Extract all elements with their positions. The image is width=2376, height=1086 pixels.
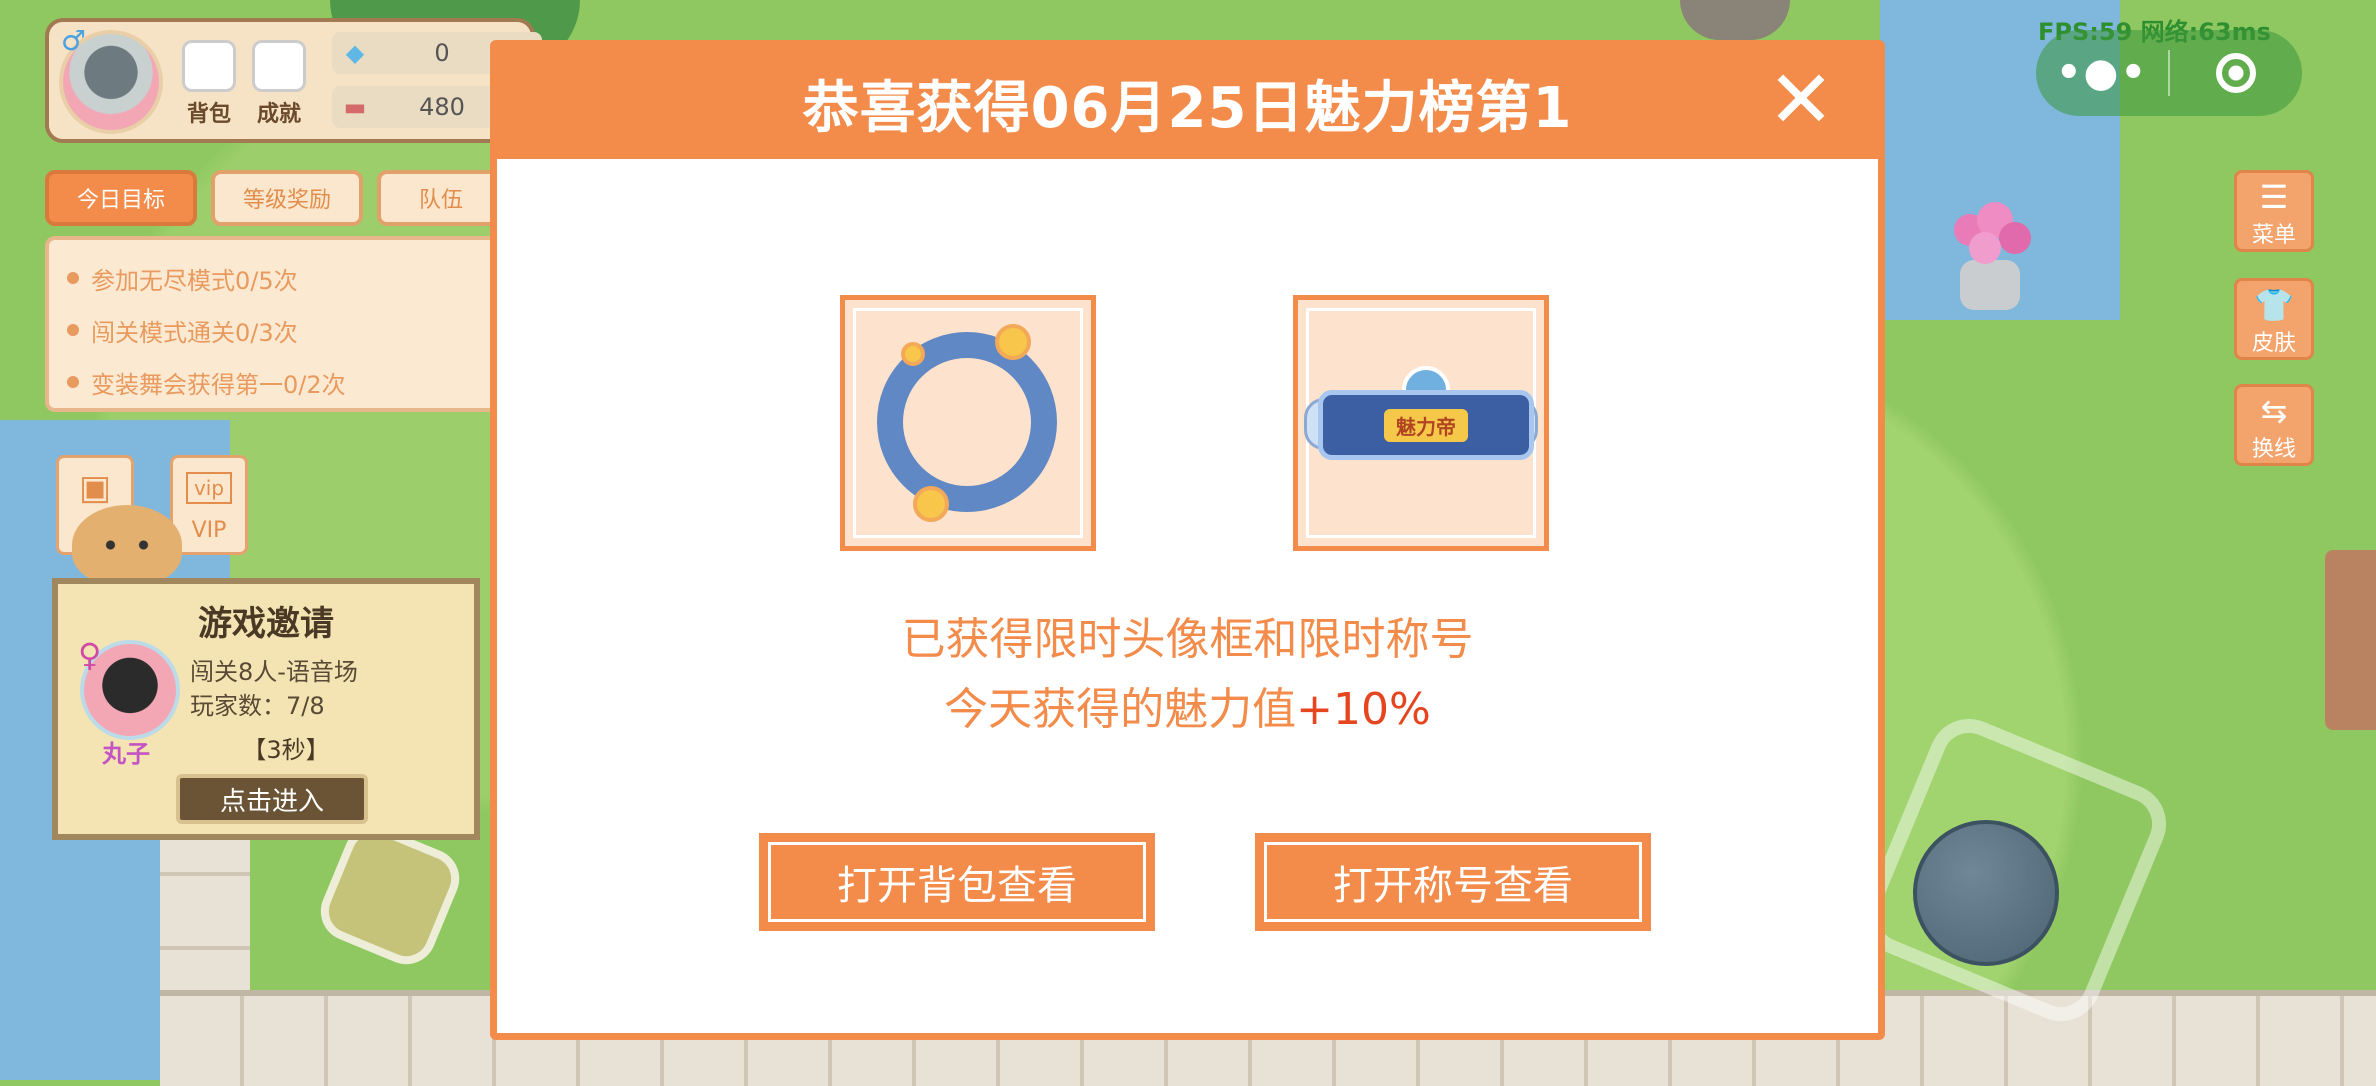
flower-icon: [913, 486, 949, 522]
open-bag-button[interactable]: 打开背包查看: [759, 833, 1155, 931]
charm-bonus-line: 今天获得的魅力值+10%: [497, 673, 1878, 737]
avatar-frame-reward[interactable]: [840, 295, 1096, 551]
star-icon: [901, 342, 925, 366]
title-badge-reward[interactable]: 魅力帝: [1293, 295, 1549, 551]
reward-modal: 恭喜获得06月25日魅力榜第1 ✕ 魅力帝 已获得限时头像框和限时称号 今天获得…: [490, 40, 1885, 1040]
title-badge-text: 魅力帝: [1384, 408, 1468, 442]
charm-bonus-text: 今天获得的魅力值: [944, 684, 1297, 735]
modal-title: 恭喜获得06月25日魅力榜第1: [802, 75, 1573, 141]
title-badge-icon: 魅力帝: [1318, 390, 1534, 460]
reward-description: 已获得限时头像框和限时称号: [901, 614, 1474, 665]
open-bag-label: 打开背包查看: [837, 863, 1077, 909]
charm-bonus-value: +10%: [1296, 684, 1431, 735]
close-icon[interactable]: ✕: [1766, 60, 1836, 140]
open-title-label: 打开称号查看: [1333, 863, 1573, 909]
open-title-button[interactable]: 打开称号查看: [1255, 833, 1651, 931]
flower-icon: [995, 324, 1031, 360]
modal-header: 恭喜获得06月25日魅力榜第1 ✕: [497, 47, 1878, 159]
